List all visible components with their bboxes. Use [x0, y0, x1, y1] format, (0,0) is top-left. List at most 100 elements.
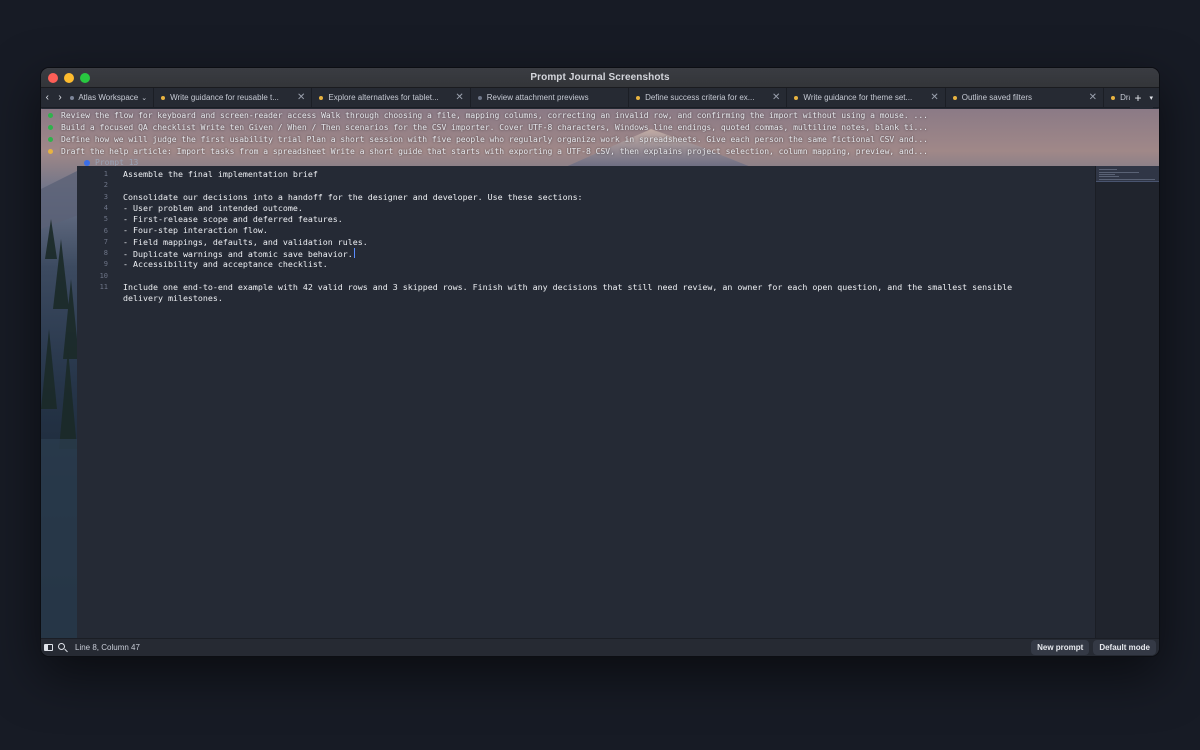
line-number: 5	[103, 215, 108, 224]
editor-line-text: Include one end-to-end example with 42 v…	[123, 281, 1018, 304]
history-text: Define how we will judge the first usabi…	[61, 134, 928, 144]
status-actions: New prompt Default mode	[1031, 640, 1159, 655]
tab-label: Outline saved filters	[961, 93, 1032, 102]
editor-line[interactable]: Consolidate our decisions into a handoff…	[123, 192, 1057, 203]
history-text: Review the flow for keyboard and screen-…	[61, 110, 928, 120]
history-text: Draft the help article: Import tasks fro…	[61, 146, 928, 156]
tab-label: Write guidance for theme set...	[803, 93, 913, 102]
editor-line[interactable]: - Duplicate warnings and atomic save beh…	[123, 248, 1057, 259]
editor-line[interactable]: Include one end-to-end example with 42 v…	[123, 282, 1057, 303]
minimize-window-button[interactable]	[64, 73, 74, 83]
editor-line[interactable]: - Field mappings, defaults, and validati…	[123, 237, 1057, 248]
minimap-line	[1099, 176, 1119, 177]
tab-label: Write guidance for reusable t...	[170, 93, 279, 102]
editor-line-text: Consolidate our decisions into a handoff…	[123, 191, 583, 202]
editor-text[interactable]: Assemble the final implementation brief C…	[123, 169, 1057, 303]
tab-label: Define success criteria for ex...	[645, 93, 755, 102]
editor-line[interactable]: - User problem and intended outcome.	[123, 203, 1057, 214]
line-number: 10	[99, 271, 108, 280]
tab-0[interactable]: Write guidance for reusable t... ✕	[154, 87, 313, 108]
title-bar: Prompt Journal Screenshots	[41, 68, 1159, 88]
editor-line[interactable]: - Four-step interaction flow.	[123, 225, 1057, 236]
status-dot-icon	[48, 124, 53, 130]
status-dot-icon	[48, 136, 53, 142]
line-number: 8	[103, 249, 108, 258]
tab-label: Review attachment previews	[486, 93, 589, 102]
workspace-selector[interactable]: Atlas Workspace ⌄	[66, 87, 155, 108]
window-controls	[48, 73, 90, 83]
close-window-button[interactable]	[48, 73, 58, 83]
line-number: 4	[103, 203, 108, 212]
workspace-dot-icon	[70, 95, 75, 100]
cursor-position: Line 8, Column 47	[75, 643, 140, 652]
tab-1[interactable]: Explore alternatives for tablet... ✕	[312, 87, 471, 108]
tab-3[interactable]: Define success criteria for ex... ✕	[629, 87, 788, 108]
close-tab-icon[interactable]: ✕	[455, 92, 463, 103]
editor-line[interactable]: - First-release scope and deferred featu…	[123, 214, 1057, 225]
add-tab-icon[interactable]: +	[1134, 91, 1141, 105]
unsaved-dot-icon	[636, 95, 641, 100]
search-icon[interactable]	[55, 639, 69, 657]
line-number: 6	[103, 226, 108, 235]
editor-line[interactable]: - Accessibility and acceptance checklist…	[123, 259, 1057, 270]
tab-bar: ‹ › Atlas Workspace ⌄ Write guidance for…	[41, 87, 1159, 108]
prompt-history: Review the flow for keyboard and screen-…	[41, 109, 1159, 167]
status-dot-icon	[48, 112, 53, 118]
maximize-window-button[interactable]	[80, 73, 90, 83]
close-tab-icon[interactable]: ✕	[1089, 92, 1097, 103]
tab-4[interactable]: Write guidance for theme set... ✕	[787, 87, 946, 108]
saved-dot-icon	[477, 95, 482, 100]
line-number: 3	[103, 192, 108, 201]
close-tab-icon[interactable]: ✕	[930, 92, 938, 103]
editor-line[interactable]	[123, 271, 1057, 282]
minimap-line	[1099, 169, 1117, 170]
unsaved-dot-icon	[952, 95, 957, 100]
back-chevron-icon[interactable]: ‹	[41, 88, 54, 108]
history-item[interactable]: Build a focused QA checklist Write ten G…	[41, 121, 1159, 133]
tab-5[interactable]: Outline saved filters ✕	[946, 87, 1105, 108]
editor-line-text: - Four-step interaction flow.	[123, 225, 268, 236]
forward-chevron-icon[interactable]: ›	[54, 88, 67, 108]
line-number: 11	[99, 283, 108, 291]
editor-line-text: - Duplicate warnings and atomic save beh…	[123, 249, 353, 260]
tab-actions: + ▾	[1130, 88, 1153, 108]
editor-line-text: - User problem and intended outcome.	[123, 202, 303, 213]
unsaved-dot-icon	[1111, 95, 1116, 100]
line-number: 1	[103, 170, 108, 178]
close-tab-icon[interactable]: ✕	[297, 92, 305, 103]
workspace-label: Atlas Workspace	[78, 93, 139, 102]
sidebar-toggle-icon[interactable]	[41, 639, 55, 657]
window-title: Prompt Journal Screenshots	[530, 72, 670, 83]
unsaved-dot-icon	[319, 95, 324, 100]
minimap[interactable]	[1095, 166, 1159, 638]
line-number: 7	[103, 237, 108, 246]
editor-line-text: - Accessibility and acceptance checklist…	[123, 259, 328, 270]
history-text: Build a focused QA checklist Write ten G…	[61, 122, 928, 132]
editor-line-text: - First-release scope and deferred featu…	[123, 214, 343, 225]
prompt-editor[interactable]: 1 2 3 4 5 6 7 8 9 10 11 Assemble the final impleme…	[77, 166, 1097, 638]
tab-2[interactable]: Review attachment previews	[471, 87, 630, 108]
minimap-line	[1099, 174, 1115, 175]
history-item[interactable]: Review the flow for keyboard and screen-…	[41, 109, 1159, 121]
history-item[interactable]: Draft the help article: Import tasks fro…	[41, 145, 1159, 157]
text-caret	[353, 248, 355, 259]
line-number: 2	[103, 181, 108, 190]
app-window: Prompt Journal Screenshots ‹ › Atlas Wor…	[40, 67, 1160, 657]
editor-line-text: Assemble the final implementation brief	[123, 169, 318, 179]
editor-line[interactable]	[123, 180, 1057, 191]
chevron-down-icon: ⌄	[141, 94, 148, 102]
minimap-line	[1099, 179, 1155, 180]
new-prompt-button[interactable]: New prompt	[1031, 640, 1090, 655]
current-prompt-dot-icon	[84, 159, 90, 166]
editor-line-text: - Field mappings, defaults, and validati…	[123, 236, 368, 247]
tab-label: Explore alternatives for tablet...	[328, 93, 439, 102]
close-tab-icon[interactable]: ✕	[772, 92, 780, 103]
editor-line[interactable]: Assemble the final implementation brief	[123, 169, 1057, 180]
status-dot-icon	[48, 148, 53, 154]
tab-overflow-icon[interactable]: ▾	[1149, 94, 1153, 102]
status-bar: Line 8, Column 47 New prompt Default mod…	[41, 638, 1159, 656]
line-number: 9	[103, 260, 108, 269]
mode-button[interactable]: Default mode	[1093, 640, 1156, 655]
unsaved-dot-icon	[161, 95, 166, 100]
history-item[interactable]: Define how we will judge the first usabi…	[41, 133, 1159, 145]
